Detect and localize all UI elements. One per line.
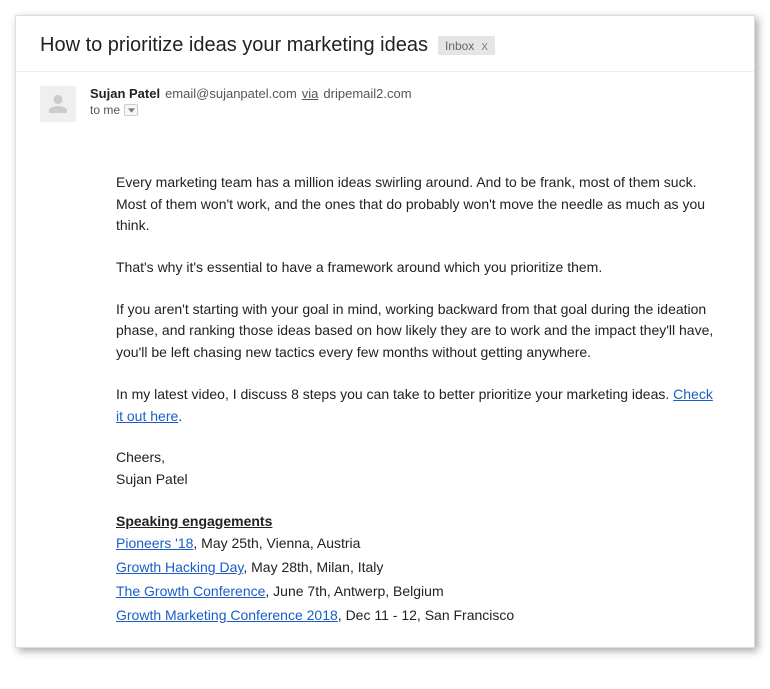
speaking-heading: Speaking engagements bbox=[116, 513, 272, 529]
speaking-item: Growth Marketing Conference 2018, Dec 11… bbox=[116, 607, 514, 623]
body-paragraph: Every marketing team has a million ideas… bbox=[116, 172, 714, 237]
body-text: In my latest video, I discuss 8 steps yo… bbox=[116, 386, 673, 402]
person-icon bbox=[47, 93, 69, 115]
speaking-engagements: Speaking engagements Pioneers '18, May 2… bbox=[116, 511, 714, 628]
body-paragraph: That's why it's essential to have a fram… bbox=[116, 257, 714, 279]
email-body: Every marketing team has a million ideas… bbox=[16, 128, 754, 627]
show-details-button[interactable] bbox=[124, 104, 138, 116]
email-subject: How to prioritize ideas your marketing i… bbox=[40, 34, 428, 57]
speaking-item: Pioneers '18, May 25th, Vienna, Austria bbox=[116, 535, 360, 551]
signature-name: Sujan Patel bbox=[116, 471, 188, 487]
sender-email: email@sujanpatel.com bbox=[165, 86, 297, 101]
signature-cheers: Cheers, bbox=[116, 449, 165, 465]
chevron-down-icon bbox=[128, 108, 135, 113]
speaking-detail: , May 25th, Vienna, Austria bbox=[193, 535, 360, 551]
sender-name[interactable]: Sujan Patel bbox=[90, 86, 160, 101]
speaking-link[interactable]: Growth Hacking Day bbox=[116, 559, 243, 575]
inbox-label-text: Inbox bbox=[445, 39, 474, 53]
inbox-label[interactable]: Inbox x bbox=[438, 36, 495, 55]
speaking-detail: , Dec 11 - 12, San Francisco bbox=[338, 607, 514, 623]
sender-block: Sujan Patel email@sujanpatel.com via dri… bbox=[90, 86, 734, 122]
speaking-item: Growth Hacking Day, May 28th, Milan, Ita… bbox=[116, 559, 383, 575]
via-word: via bbox=[302, 86, 319, 101]
subject-row: How to prioritize ideas your marketing i… bbox=[16, 16, 754, 72]
email-container: How to prioritize ideas your marketing i… bbox=[15, 15, 755, 648]
via-domain: dripemail2.com bbox=[323, 86, 411, 101]
email-header: Sujan Patel email@sujanpatel.com via dri… bbox=[16, 72, 754, 128]
signature-block: Cheers, Sujan Patel bbox=[116, 447, 714, 490]
speaking-link[interactable]: Pioneers '18 bbox=[116, 535, 193, 551]
sender-line: Sujan Patel email@sujanpatel.com via dri… bbox=[90, 86, 734, 101]
close-icon[interactable]: x bbox=[478, 38, 491, 53]
speaking-link[interactable]: Growth Marketing Conference 2018 bbox=[116, 607, 338, 623]
avatar[interactable] bbox=[40, 86, 76, 122]
recipient-line: to me bbox=[90, 103, 734, 117]
body-paragraph: In my latest video, I discuss 8 steps yo… bbox=[116, 384, 714, 427]
body-text: . bbox=[178, 408, 182, 424]
speaking-detail: , June 7th, Antwerp, Belgium bbox=[265, 583, 443, 599]
speaking-item: The Growth Conference, June 7th, Antwerp… bbox=[116, 583, 444, 599]
body-paragraph: If you aren't starting with your goal in… bbox=[116, 299, 714, 364]
recipient-text: to me bbox=[90, 103, 120, 117]
speaking-link[interactable]: The Growth Conference bbox=[116, 583, 265, 599]
speaking-detail: , May 28th, Milan, Italy bbox=[243, 559, 383, 575]
